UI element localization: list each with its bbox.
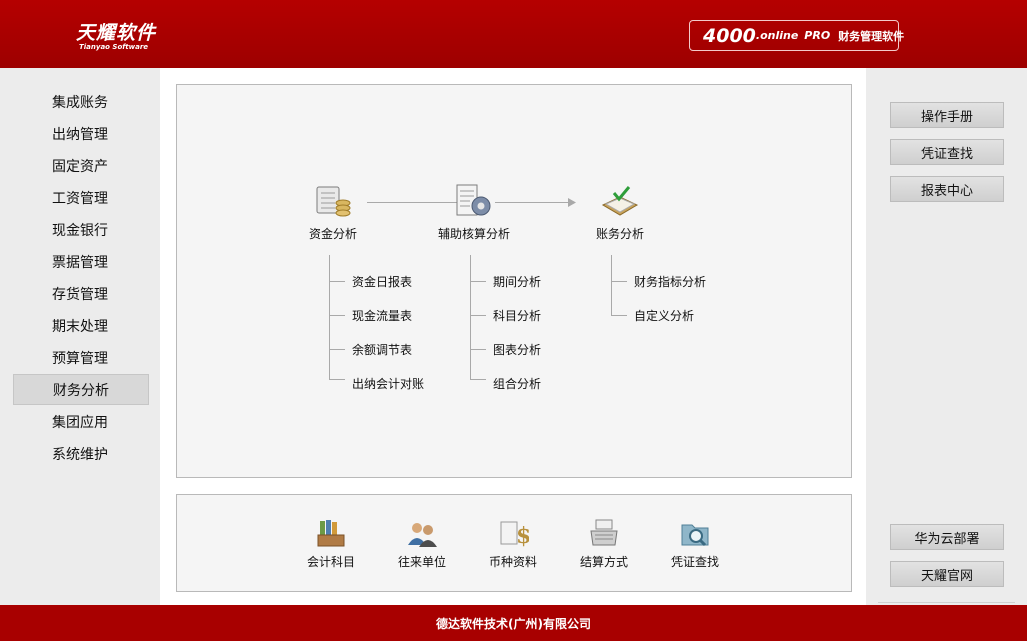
voucher-search-button[interactable]: 凭证查找 bbox=[890, 139, 1004, 165]
link-custom-analysis[interactable]: 自定义分析 bbox=[634, 307, 694, 324]
link-combo-analysis[interactable]: 组合分析 bbox=[493, 375, 541, 392]
module-sidebar: 集成账务 出纳管理 固定资产 工资管理 现金银行 票据管理 存货管理 期末处理 … bbox=[0, 68, 160, 605]
node-label: 资金分析 bbox=[308, 227, 357, 241]
right-sidebar: 操作手册 凭证查找 报表中心 华为云部署 天耀官网 bbox=[866, 68, 1027, 605]
shortcut-settlement[interactable]: 结算方式 bbox=[576, 517, 632, 570]
sidebar-item-cashier[interactable]: 出纳管理 bbox=[13, 118, 149, 149]
sidebar-item-period-end[interactable]: 期末处理 bbox=[13, 310, 149, 341]
tree-branch bbox=[329, 281, 345, 282]
shortcut-chart-of-accounts[interactable]: 会计科目 bbox=[303, 517, 359, 570]
shortcut-panel: 会计科目 往来单位 $ 币种资料 结算方式 凭证查找 bbox=[176, 494, 852, 592]
sidebar-item-notes[interactable]: 票据管理 bbox=[13, 246, 149, 277]
product-online: .online bbox=[755, 29, 799, 42]
sidebar-item-group[interactable]: 集团应用 bbox=[13, 406, 149, 437]
sidebar-item-system[interactable]: 系统维护 bbox=[13, 438, 149, 469]
shortcut-label: 凭证查找 bbox=[670, 555, 719, 569]
tree-branch bbox=[470, 349, 486, 350]
divider bbox=[878, 602, 1015, 603]
sidebar-item-cash-bank[interactable]: 现金银行 bbox=[13, 214, 149, 245]
link-cash-flow[interactable]: 现金流量表 bbox=[352, 307, 412, 324]
contacts-icon bbox=[408, 523, 437, 547]
sidebar-item-budget[interactable]: 预算管理 bbox=[13, 342, 149, 373]
sidebar-item-payroll[interactable]: 工资管理 bbox=[13, 182, 149, 213]
tree-branch bbox=[329, 349, 345, 350]
link-cashier-reconcile[interactable]: 出纳会计对账 bbox=[352, 375, 424, 392]
logo-text-cn: 天耀软件 bbox=[76, 22, 157, 44]
svg-text:$: $ bbox=[516, 523, 529, 549]
manual-button[interactable]: 操作手册 bbox=[890, 102, 1004, 128]
node-label: 账务分析 bbox=[595, 227, 644, 241]
official-site-button[interactable]: 天耀官网 bbox=[890, 561, 1004, 587]
document-gear-icon bbox=[456, 184, 491, 216]
tree-branch bbox=[329, 315, 345, 316]
cash-register-icon bbox=[590, 519, 618, 546]
report-center-button[interactable]: 报表中心 bbox=[890, 176, 1004, 202]
analysis-flow-panel: 资金分析 资金日报表 现金流量表 余额调节表 出纳会计对账 辅助核算分析 期间分… bbox=[176, 84, 852, 478]
product-badge: 4000 .online PRO 财务管理软件 bbox=[689, 20, 904, 51]
link-financial-indicators[interactable]: 财务指标分析 bbox=[634, 273, 706, 290]
shortcut-label: 结算方式 bbox=[579, 555, 628, 569]
app-footer: 德达软件技术(广州)有限公司 bbox=[0, 605, 1027, 641]
shortcut-label: 往来单位 bbox=[397, 555, 446, 569]
huawei-cloud-button[interactable]: 华为云部署 bbox=[890, 524, 1004, 550]
currency-icon: $ bbox=[500, 521, 529, 549]
link-daily-fund-report[interactable]: 资金日报表 bbox=[352, 273, 412, 290]
sidebar-item-inventory[interactable]: 存货管理 bbox=[13, 278, 149, 309]
product-pro: PRO bbox=[804, 29, 831, 42]
tree-branch bbox=[329, 379, 345, 380]
shortcut-label: 会计科目 bbox=[306, 555, 355, 569]
tree-branch bbox=[611, 281, 627, 282]
logo-text-en: Tianyao Software bbox=[79, 43, 149, 51]
sidebar-item-financial-analysis[interactable]: 财务分析 bbox=[13, 374, 149, 405]
link-account-analysis[interactable]: 科目分析 bbox=[493, 307, 541, 324]
product-version: 4000 bbox=[703, 24, 756, 47]
ledger-coins-icon bbox=[316, 186, 351, 217]
app-header: 天耀软件 Tianyao Software 4000 .online PRO 财… bbox=[0, 0, 1027, 68]
link-period-analysis[interactable]: 期间分析 bbox=[493, 273, 541, 290]
tree-branch bbox=[611, 315, 627, 316]
file-folders-icon bbox=[317, 520, 345, 547]
shortcut-label: 币种资料 bbox=[488, 555, 537, 569]
tree-branch bbox=[470, 281, 486, 282]
link-chart-analysis[interactable]: 图表分析 bbox=[493, 341, 541, 358]
brand-logo: 天耀软件 Tianyao Software bbox=[76, 18, 156, 51]
sidebar-item-fixed-assets[interactable]: 固定资产 bbox=[13, 150, 149, 181]
node-ledger-analysis[interactable]: 账务分析 bbox=[592, 181, 648, 242]
shortcut-counterparties[interactable]: 往来单位 bbox=[394, 517, 450, 570]
tree-trunk bbox=[329, 255, 330, 379]
book-check-icon bbox=[601, 186, 639, 216]
product-description: 财务管理软件 bbox=[838, 29, 905, 43]
arrow-right-icon bbox=[568, 198, 576, 207]
shortcut-voucher-search[interactable]: 凭证查找 bbox=[667, 517, 723, 570]
tree-trunk bbox=[611, 255, 612, 315]
node-fund-analysis[interactable]: 资金分析 bbox=[305, 181, 361, 242]
sidebar-item-general-ledger[interactable]: 集成账务 bbox=[13, 86, 149, 117]
tree-trunk bbox=[470, 255, 471, 379]
company-name: 德达软件技术(广州)有限公司 bbox=[436, 616, 591, 631]
folder-search-icon bbox=[681, 524, 709, 547]
main-content: 资金分析 资金日报表 现金流量表 余额调节表 出纳会计对账 辅助核算分析 期间分… bbox=[160, 68, 866, 605]
link-balance-reconcile[interactable]: 余额调节表 bbox=[352, 341, 412, 358]
node-label: 辅助核算分析 bbox=[437, 227, 510, 241]
shortcut-currency[interactable]: $ 币种资料 bbox=[485, 517, 541, 570]
tree-branch bbox=[470, 379, 486, 380]
node-auxiliary-analysis[interactable]: 辅助核算分析 bbox=[431, 181, 517, 242]
tree-branch bbox=[470, 315, 486, 316]
